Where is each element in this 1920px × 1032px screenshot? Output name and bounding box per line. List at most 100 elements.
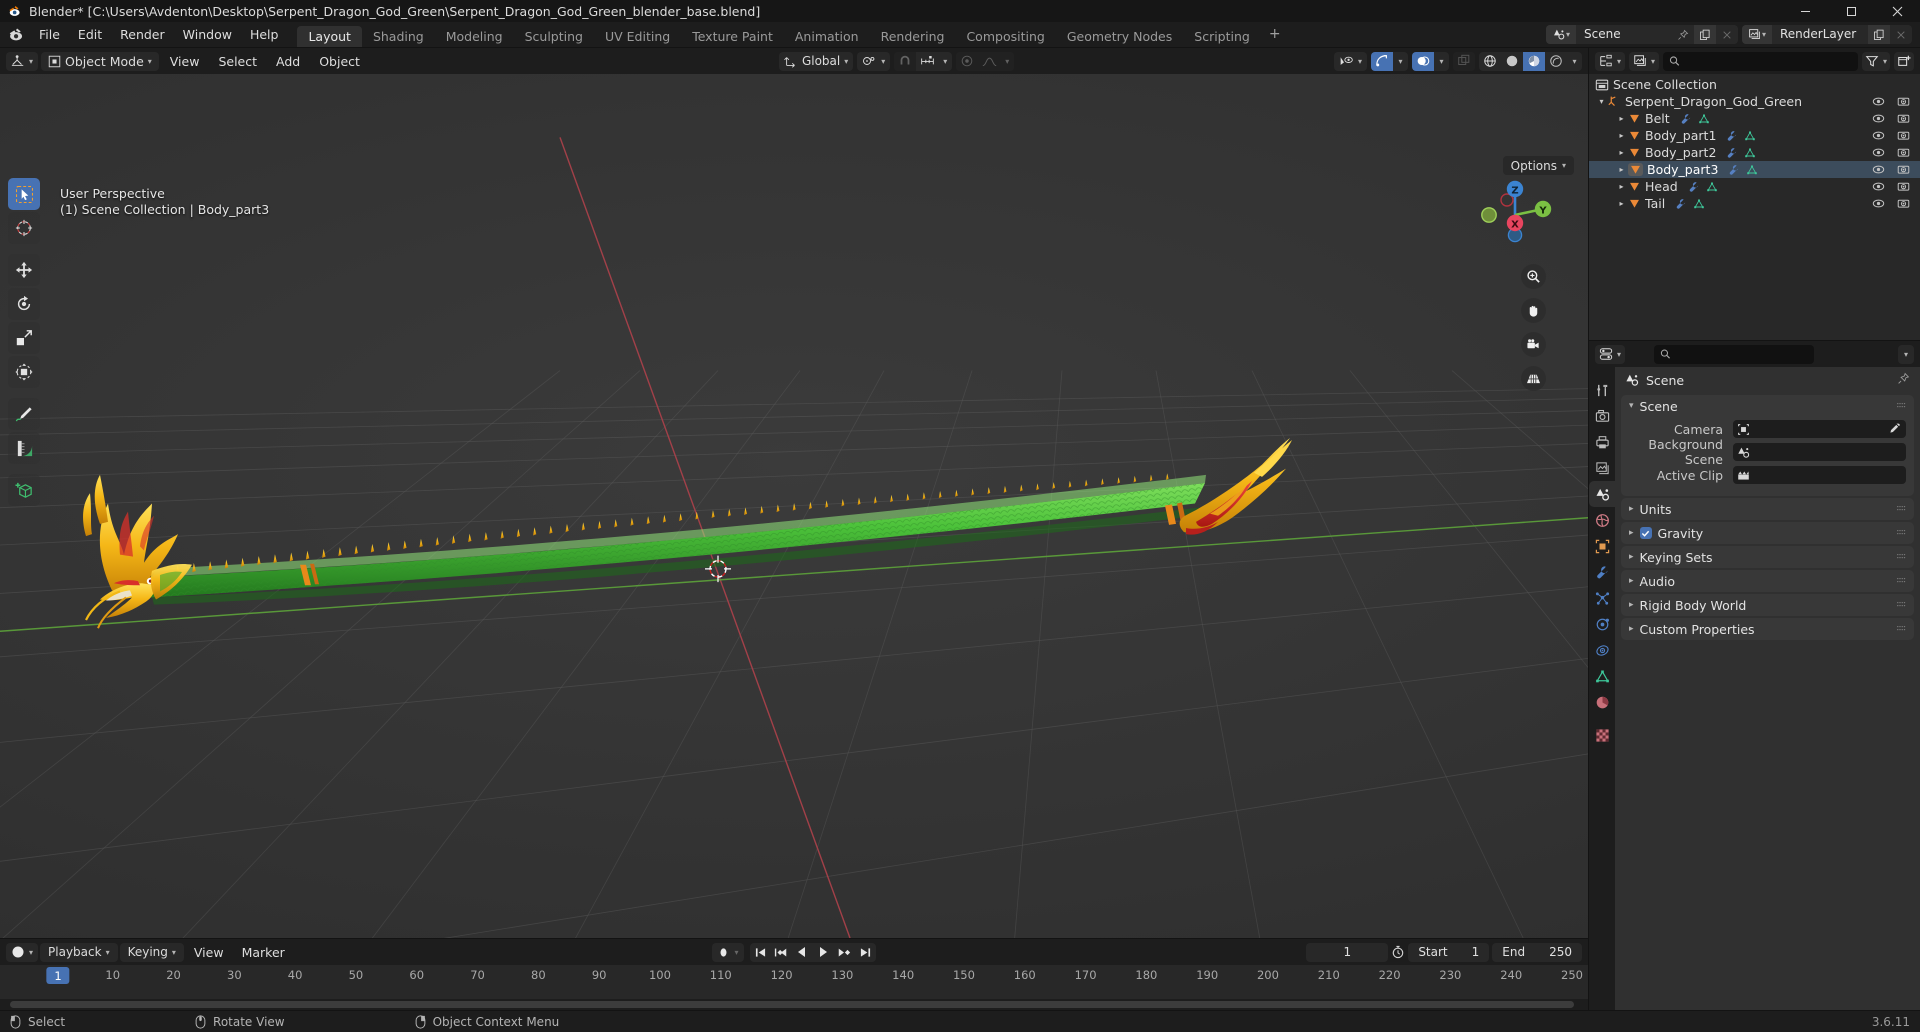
viewport-options-button[interactable]: Options ▾ <box>1502 156 1574 175</box>
current-frame-field[interactable]: 1 <box>1306 942 1389 962</box>
disable-in-renders-icon[interactable] <box>1897 198 1910 209</box>
timeline-menu-marker[interactable]: Marker <box>234 941 293 963</box>
tab-shading[interactable]: Shading <box>362 26 435 47</box>
properties-tab-scene[interactable] <box>1589 481 1615 507</box>
timeline-ruler[interactable]: 10 20 30 40 50 60 70 80 90 100 110 120 130 140 150 160 1… <box>0 965 1588 999</box>
proportional-edit-group[interactable]: ▾ <box>956 51 1015 71</box>
outliner-row-body-part2[interactable]: ▸ Body_part2 <box>1589 144 1920 161</box>
overlay-dropdown-icon[interactable]: ▾ <box>1434 51 1449 71</box>
close-button[interactable] <box>1874 0 1920 22</box>
viewport-canvas[interactable]: User Perspective (1) Scene Collection | … <box>0 74 1588 938</box>
falloff-curve-icon[interactable] <box>978 51 1001 71</box>
modifier-icon[interactable] <box>1675 198 1687 210</box>
properties-tab-constraints[interactable] <box>1589 637 1615 663</box>
play-reverse-button[interactable] <box>792 943 813 962</box>
tool-move-button[interactable] <box>8 254 40 286</box>
timeline-playhead[interactable]: 1 <box>46 967 70 984</box>
material-preview-shading-icon[interactable] <box>1523 51 1545 71</box>
tool-tweak-button[interactable] <box>8 178 40 210</box>
snap-dropdown-icon[interactable]: ▾ <box>938 51 953 71</box>
properties-tab-data[interactable] <box>1589 663 1615 689</box>
xray-toggle-icon[interactable] <box>1453 51 1475 71</box>
wireframe-shading-icon[interactable] <box>1479 51 1501 71</box>
tab-scripting[interactable]: Scripting <box>1183 26 1261 47</box>
expand-toggle-icon[interactable]: ▸ <box>1615 199 1628 208</box>
modifier-icon[interactable] <box>1688 181 1700 193</box>
minimize-button[interactable] <box>1782 0 1828 22</box>
expand-toggle-icon[interactable]: ▸ <box>1615 182 1628 191</box>
blender-menu-icon[interactable] <box>6 25 26 45</box>
visibility-selector[interactable]: ▾ <box>1333 51 1367 71</box>
tab-layout[interactable]: Layout <box>297 26 362 47</box>
panel-units[interactable]: ▸ Units <box>1621 498 1914 520</box>
properties-tab-tool[interactable] <box>1589 377 1615 403</box>
panel-rigid-body-world[interactable]: ▸ Rigid Body World <box>1621 594 1914 616</box>
proportional-edit-icon[interactable] <box>956 51 979 71</box>
viewport-menu-add[interactable]: Add <box>268 50 308 72</box>
gizmo-group[interactable]: ▾ <box>1371 51 1408 71</box>
properties-tab-object[interactable] <box>1589 533 1615 559</box>
eyedropper-icon[interactable] <box>1888 422 1901 439</box>
outliner-row-belt[interactable]: ▸ Belt <box>1589 110 1920 127</box>
camera-icon[interactable] <box>1521 332 1546 357</box>
transform-orientation-selector[interactable]: Global ▾ <box>778 51 854 71</box>
auto-keying-icon[interactable] <box>1391 945 1405 959</box>
expand-toggle-icon[interactable]: ▸ <box>1615 114 1628 123</box>
expand-toggle-icon[interactable]: ▸ <box>1615 131 1628 140</box>
panel-rigid-body-world-header[interactable]: ▸ Rigid Body World <box>1621 594 1914 616</box>
outliner-row-tail[interactable]: ▸ Tail <box>1589 195 1920 212</box>
disable-in-renders-icon[interactable] <box>1897 181 1910 192</box>
tab-sculpting[interactable]: Sculpting <box>514 26 594 47</box>
keying-menu[interactable]: Keying ▾ <box>119 942 184 962</box>
jump-to-start-button[interactable] <box>750 943 771 962</box>
properties-tab-world[interactable] <box>1589 507 1615 533</box>
menu-file[interactable]: File <box>30 22 69 48</box>
keyframe-type-selector[interactable]: ▾ <box>712 942 744 962</box>
disable-in-renders-icon[interactable] <box>1897 130 1910 141</box>
viewport-menu-select[interactable]: Select <box>210 50 265 72</box>
solid-shading-icon[interactable] <box>1501 51 1523 71</box>
timeline-menu-view[interactable]: View <box>186 941 232 963</box>
jump-prev-keyframe-button[interactable] <box>771 943 792 962</box>
panel-units-header[interactable]: ▸ Units <box>1621 498 1914 520</box>
zoom-icon[interactable] <box>1521 264 1546 289</box>
panel-gravity[interactable]: ▸ Gravity <box>1621 522 1914 544</box>
mesh-data-icon[interactable] <box>1693 198 1705 210</box>
overlay-group[interactable]: ▾ <box>1412 51 1449 71</box>
prop-active-clip-field[interactable] <box>1733 466 1906 484</box>
add-workspace-button[interactable]: + <box>1261 21 1289 47</box>
properties-tab-particles[interactable] <box>1589 585 1615 611</box>
hand-icon[interactable] <box>1521 298 1546 323</box>
xray-group[interactable] <box>1453 51 1475 71</box>
remove-viewlayer-icon[interactable] <box>1890 25 1912 44</box>
expand-toggle-icon[interactable]: ▸ <box>1615 148 1628 157</box>
panel-gravity-header[interactable]: ▸ Gravity <box>1621 522 1914 544</box>
tab-geometry-nodes[interactable]: Geometry Nodes <box>1056 26 1183 47</box>
maximize-button[interactable] <box>1828 0 1874 22</box>
tool-cursor-button[interactable] <box>8 212 40 244</box>
snap-toggle-group[interactable]: ▾ <box>894 51 953 71</box>
gizmo-toggle-icon[interactable] <box>1371 51 1393 71</box>
tab-modeling[interactable]: Modeling <box>435 26 514 47</box>
editor-type-button[interactable]: ▾ <box>6 51 39 71</box>
mode-selector[interactable]: Object Mode ▾ <box>41 51 159 71</box>
scene-name[interactable]: Scene <box>1576 25 1672 44</box>
disable-in-renders-icon[interactable] <box>1897 164 1910 175</box>
snap-pivot-button[interactable]: ▾ <box>857 51 891 71</box>
panel-scene-header[interactable]: ▾ Scene <box>1621 395 1914 417</box>
tool-transform-button[interactable] <box>8 356 40 388</box>
tool-annotate-button[interactable] <box>8 398 40 430</box>
outliner-row-scene-collection[interactable]: Scene Collection <box>1589 76 1920 93</box>
properties-search-input[interactable] <box>1654 344 1815 364</box>
gravity-checkbox[interactable] <box>1639 527 1652 539</box>
panel-custom-properties[interactable]: ▸ Custom Properties <box>1621 618 1914 640</box>
menu-window[interactable]: Window <box>174 22 241 48</box>
viewlayer-selector[interactable]: ▾ RenderLayer <box>1742 25 1912 44</box>
falloff-dropdown-icon[interactable]: ▾ <box>1000 51 1015 71</box>
pin-id-icon[interactable] <box>1897 372 1910 388</box>
expand-toggle-icon[interactable]: ▾ <box>1595 97 1608 106</box>
panel-keying-sets[interactable]: ▸ Keying Sets <box>1621 546 1914 568</box>
playback-transport[interactable] <box>749 942 876 962</box>
menu-render[interactable]: Render <box>111 22 174 48</box>
properties-tab-render[interactable] <box>1589 403 1615 429</box>
